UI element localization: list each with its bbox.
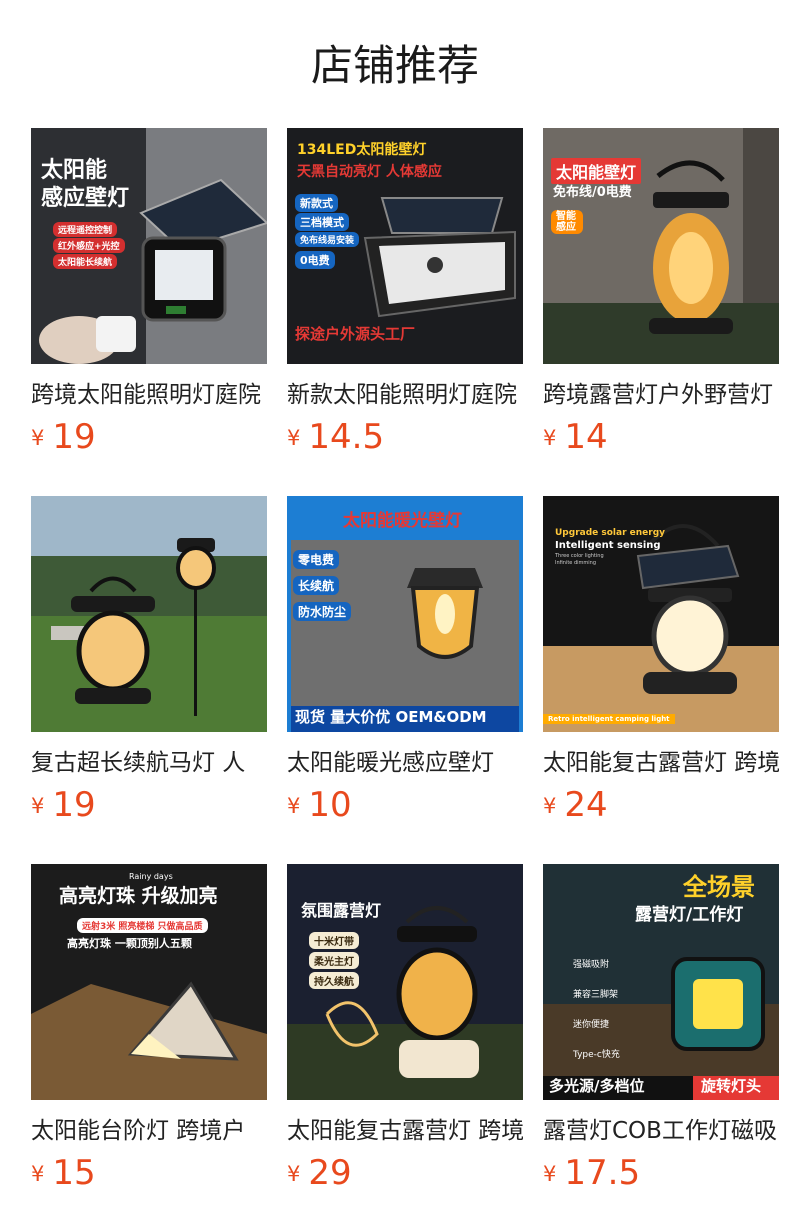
product-card[interactable]: Rainy days 高亮灯珠 升级加亮 远射3米 照亮楼梯 只做高品质 高亮灯… <box>31 864 267 1232</box>
image-caption: 迷你便捷 <box>573 1020 610 1030</box>
image-badge: 柔光主灯 <box>309 952 359 969</box>
price-value: 19 <box>52 417 96 457</box>
product-title[interactable]: 太阳能复古露营灯 跨境 <box>287 1114 523 1148</box>
image-caption: Upgrade solar energy <box>555 528 666 538</box>
price-value: 24 <box>564 785 608 825</box>
product-title[interactable]: 露营灯COB工作灯磁吸 <box>543 1114 779 1148</box>
image-badge: 十米灯带 <box>309 932 359 949</box>
image-caption: 高亮灯珠 升级加亮 <box>59 885 218 907</box>
image-badge: 三档模式 <box>295 213 349 231</box>
image-caption: 强磁吸附 <box>573 960 610 970</box>
image-badge: Retro intelligent camping light <box>543 714 675 724</box>
product-title[interactable]: 新款太阳能照明灯庭院 <box>287 378 523 412</box>
product-image-wall-lantern[interactable]: 太阳能壁灯 免布线/0电费 智能感应 <box>543 128 779 364</box>
product-title[interactable]: 太阳能复古露营灯 跨境 <box>543 746 779 780</box>
image-caption: 高亮灯珠 一颗顶别人五颗 <box>67 937 192 950</box>
product-price: ¥29 <box>287 1152 352 1194</box>
product-price: ¥19 <box>31 784 96 826</box>
image-badge: 远射3米 照亮楼梯 只做高品质 <box>77 918 208 933</box>
image-caption: Intelligent sensing <box>555 540 661 551</box>
product-price: ¥17.5 <box>543 1152 640 1194</box>
image-badge: 持久续航 <box>309 972 359 989</box>
price-value: 14.5 <box>308 417 385 457</box>
image-caption: 露营灯/工作灯 <box>635 905 744 925</box>
currency-symbol: ¥ <box>31 426 45 450</box>
product-card[interactable]: 全场景 露营灯/工作灯 强磁吸附 兼容三脚架 迷你便捷 Type-c快充 多光源… <box>543 864 779 1232</box>
product-price: ¥14.5 <box>287 416 384 458</box>
price-value: 10 <box>308 785 352 825</box>
image-caption: 多光源/多档位 <box>549 1077 645 1095</box>
image-badge: 免布线易安装 <box>295 232 360 247</box>
image-badge: 长续航 <box>293 576 340 595</box>
product-image-warm-wall-lamp[interactable]: 太阳能暖光壁灯 零电费 长续航 防水防尘 现货 量大价优 OEM&ODM <box>287 496 523 732</box>
price-value: 29 <box>308 1153 352 1193</box>
image-badge: 新款式 <box>295 194 338 212</box>
currency-symbol: ¥ <box>287 794 301 818</box>
currency-symbol: ¥ <box>543 426 557 450</box>
product-title[interactable]: 复古超长续航马灯 人 <box>31 746 267 780</box>
product-image-garden-lantern[interactable] <box>31 496 267 732</box>
product-title[interactable]: 太阳能暖光感应壁灯 <box>287 746 523 780</box>
price-value: 15 <box>52 1153 96 1193</box>
product-image-solar-wall-light[interactable]: 太阳能 感应壁灯 远程遥控控制 红外感应+光控 太阳能长续航 <box>31 128 267 364</box>
price-value: 19 <box>52 785 96 825</box>
image-badge: 远程遥控控制 <box>53 222 118 237</box>
currency-symbol: ¥ <box>287 426 301 450</box>
product-card[interactable]: 太阳能 感应壁灯 远程遥控控制 红外感应+光控 太阳能长续航 跨境太阳能照明灯庭… <box>31 128 267 496</box>
currency-symbol: ¥ <box>31 1162 45 1186</box>
product-price: ¥15 <box>31 1152 96 1194</box>
image-caption: 兼容三脚架 <box>573 990 619 1000</box>
currency-symbol: ¥ <box>543 794 557 818</box>
garden-lantern-icon <box>31 496 267 732</box>
image-caption: 太阳能 <box>41 158 108 183</box>
image-caption: 现货 量大价优 OEM&ODM <box>295 708 487 726</box>
product-image-134led-wall-light[interactable]: 134LED太阳能壁灯 天黑自动亮灯 人体感应 新款式 三档模式 免布线易安装 … <box>287 128 523 364</box>
image-caption: 太阳能暖光壁灯 <box>343 511 462 531</box>
image-caption: 天黑自动亮灯 人体感应 <box>297 164 442 180</box>
product-image-ambient-camping-light[interactable]: 氛围露营灯 十米灯带 柔光主灯 持久续航 <box>287 864 523 1100</box>
price-value: 17.5 <box>564 1153 641 1193</box>
product-title[interactable]: 跨境太阳能照明灯庭院 <box>31 378 267 412</box>
product-card[interactable]: 太阳能壁灯 免布线/0电费 智能感应 跨境露营灯户外野营灯 ¥14 <box>543 128 779 496</box>
product-price: ¥10 <box>287 784 352 826</box>
product-image-retro-camping-light[interactable]: Upgrade solar energy Intelligent sensing… <box>543 496 779 732</box>
currency-symbol: ¥ <box>287 1162 301 1186</box>
image-caption: Infinite dimming <box>555 560 597 566</box>
product-image-cob-work-light[interactable]: 全场景 露营灯/工作灯 强磁吸附 兼容三脚架 迷你便捷 Type-c快充 多光源… <box>543 864 779 1100</box>
image-badge: 0电费 <box>295 251 335 269</box>
image-badge: 太阳能壁灯 <box>551 158 642 184</box>
product-card[interactable]: 134LED太阳能壁灯 天黑自动亮灯 人体感应 新款式 三档模式 免布线易安装 … <box>287 128 523 496</box>
product-card[interactable]: 太阳能暖光壁灯 零电费 长续航 防水防尘 现货 量大价优 OEM&ODM 太阳能… <box>287 496 523 864</box>
image-badge: 智能感应 <box>551 210 583 234</box>
image-caption: 感应壁灯 <box>41 186 130 211</box>
product-title[interactable]: 跨境露营灯户外野营灯 <box>543 378 779 412</box>
recommended-products-grid: 太阳能 感应壁灯 远程遥控控制 红外感应+光控 太阳能长续航 跨境太阳能照明灯庭… <box>31 128 790 1232</box>
product-card[interactable]: 氛围露营灯 十米灯带 柔光主灯 持久续航 太阳能复古露营灯 跨境 ¥29 <box>287 864 523 1232</box>
image-badge: 太阳能长续航 <box>53 254 118 269</box>
image-badge: 红外感应+光控 <box>53 238 125 253</box>
product-card[interactable]: Upgrade solar energy Intelligent sensing… <box>543 496 779 864</box>
image-caption: Rainy days <box>129 872 173 881</box>
page-title: 店铺推荐 <box>310 41 479 90</box>
product-price: ¥14 <box>543 416 608 458</box>
product-card[interactable]: 复古超长续航马灯 人 ¥19 <box>31 496 267 864</box>
currency-symbol: ¥ <box>543 1162 557 1186</box>
currency-symbol: ¥ <box>31 794 45 818</box>
price-value: 14 <box>564 417 608 457</box>
image-caption: 全场景 <box>683 873 755 901</box>
image-badge: 零电费 <box>293 550 340 569</box>
image-caption: Type-c快充 <box>573 1050 620 1060</box>
product-title[interactable]: 太阳能台阶灯 跨境户 <box>31 1114 267 1148</box>
product-image-step-light[interactable]: Rainy days 高亮灯珠 升级加亮 远射3米 照亮楼梯 只做高品质 高亮灯… <box>31 864 267 1100</box>
product-price: ¥19 <box>31 416 96 458</box>
image-caption: Three color lighting <box>555 553 604 559</box>
image-caption: 旋转灯头 <box>701 1077 762 1095</box>
product-price: ¥24 <box>543 784 608 826</box>
image-caption: 探途户外源头工厂 <box>295 325 416 343</box>
image-caption: 134LED太阳能壁灯 <box>297 142 427 158</box>
image-caption: 免布线/0电费 <box>553 185 632 200</box>
image-caption: 氛围露营灯 <box>301 901 382 920</box>
image-badge: 防水防尘 <box>293 602 352 621</box>
